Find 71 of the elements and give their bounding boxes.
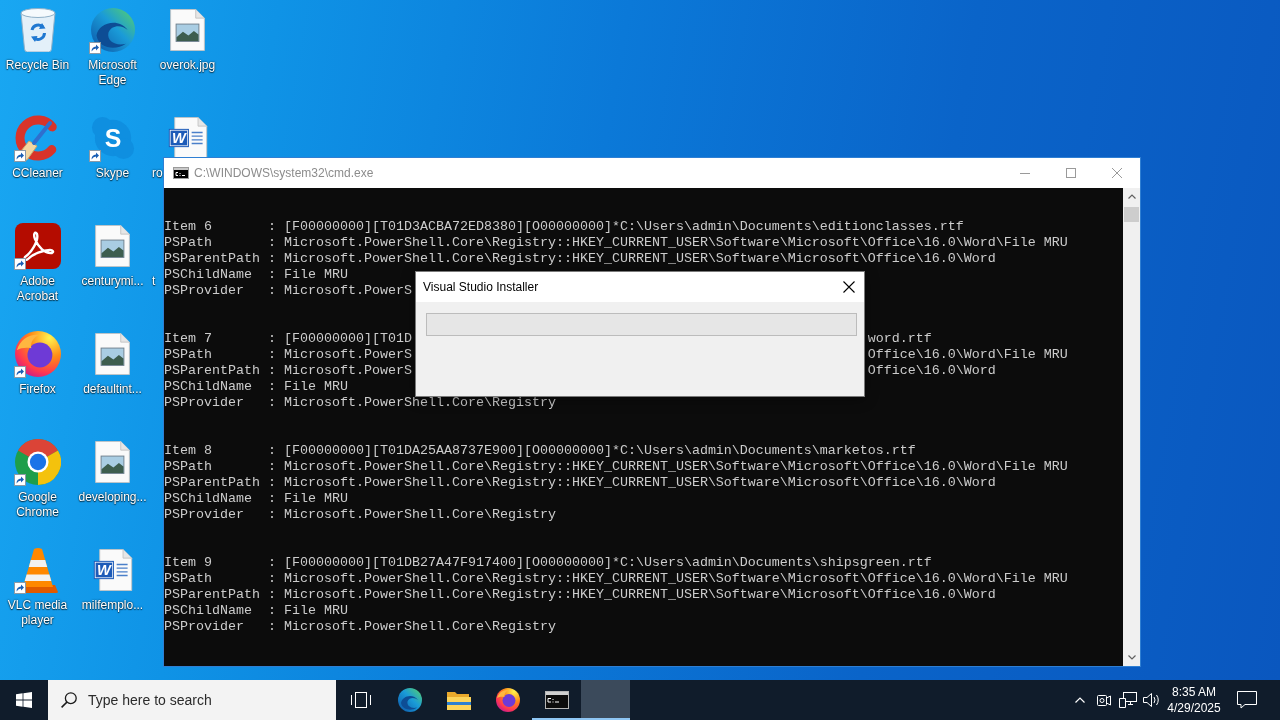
- edge-logo-icon: [397, 688, 422, 712]
- console-line-fragment: word.rtf: [867, 331, 932, 347]
- image-file-icon[interactable]: [170, 9, 205, 51]
- window-title: C:\WINDOWS\system32\cmd.exe: [194, 166, 374, 180]
- console-line: Item 8 : [F00000000][T01DA25AA8737E900][O00000000]*C:\Users\admin\Documents\marketos.rtf: [164, 443, 916, 458]
- console-line: PSChildName : File MRU: [164, 603, 348, 618]
- search-field[interactable]: Type here to search: [48, 680, 336, 720]
- notification-icon[interactable]: [1237, 691, 1257, 709]
- console-line-fragment: Office\16.0\Word\File MRU: [867, 347, 1068, 363]
- dialog-title: Visual Studio Installer: [423, 280, 539, 294]
- maximize-icon: [1066, 168, 1076, 178]
- image-file-icon[interactable]: [95, 333, 130, 375]
- edge-logo-icon[interactable]: [90, 8, 135, 52]
- console-line: PSChildName : File MRU: [164, 267, 348, 282]
- console-line: PSChildName : File MRU: [164, 491, 348, 506]
- chevron-up-icon[interactable]: [1075, 697, 1085, 703]
- console-line: PSProvider : Microsoft.PowerS: [164, 283, 412, 298]
- task-view-icon: [350, 692, 371, 708]
- console-line: Item 9 : [F00000000][T01DB27A47F917400][O00000000]*C:\Users\admin\Documents\shipsgreen.rtf: [164, 555, 932, 570]
- console-line: PSChildName : File MRU: [164, 379, 348, 394]
- console-line: PSPath : Microsoft.PowerShell.Core\Registry::HKEY_CURRENT_USER\Software\Microsoft\Office\16.0\Word\File MRU: [164, 235, 1068, 250]
- minimize-icon: [1020, 172, 1030, 174]
- folder-icon: [446, 690, 471, 710]
- console-line: Item 6 : [F00000000][T01D3ACBA72ED8380][O00000000]*C:\Users\admin\Documents\editionclasses.rtf: [164, 219, 964, 234]
- image-file-icon[interactable]: [95, 225, 130, 267]
- volume-icon[interactable]: [1143, 692, 1161, 708]
- scrollbar-thumb[interactable]: [1124, 207, 1139, 222]
- desktop-icon-label[interactable]: milfemplo...: [81, 598, 144, 613]
- close-icon: [843, 281, 855, 293]
- desktop-icon-label[interactable]: VLC media player: [1, 598, 74, 628]
- console-line: PSParentPath : Microsoft.PowerShell.Core\Registry::HKEY_CURRENT_USER\Software\Microsoft\Office\16.0\Word: [164, 587, 996, 602]
- console-line: PSParentPath : Microsoft.PowerShell.Core\Registry::HKEY_CURRENT_USER\Software\Microsoft\Office\16.0\Word: [164, 251, 996, 266]
- desktop-icon-label[interactable]: defaultint...: [83, 382, 142, 397]
- desktop-icon-label[interactable]: overok.jpg: [159, 58, 216, 73]
- image-file-icon[interactable]: [95, 441, 130, 483]
- console-line: PSProvider : Microsoft.PowerShell.Core\Registry: [164, 619, 556, 634]
- desktop-icon-label[interactable]: developing...: [78, 490, 147, 505]
- desktop-icon-label[interactable]: t: [152, 274, 156, 289]
- desktop-icon-label[interactable]: CCleaner: [12, 166, 63, 181]
- desktop-icon-label[interactable]: Skype: [95, 166, 130, 181]
- console-line: PSParentPath : Microsoft.PowerShell.Core\Registry::HKEY_CURRENT_USER\Software\Microsoft\Office\16.0\Word: [164, 475, 996, 490]
- search-icon: [61, 692, 77, 708]
- console-line: PSPath : Microsoft.PowerShell.Core\Registry::HKEY_CURRENT_USER\Software\Microsoft\Office\16.0\Word\File MRU: [164, 459, 1068, 474]
- firefox-logo-icon[interactable]: [14, 331, 61, 377]
- desktop-icon-label[interactable]: Firefox: [19, 382, 56, 397]
- firefox-logo-icon: [495, 688, 520, 712]
- desktop-icon-label[interactable]: Google Chrome: [1, 490, 74, 520]
- recycle-bin-icon[interactable]: [19, 8, 56, 52]
- chevron-up-icon: [1127, 194, 1136, 199]
- clock-button[interactable]: 8:35 AM 4/29/2025: [1164, 680, 1224, 720]
- chevron-down-icon: [1127, 655, 1136, 660]
- console-line: PSProvider : Microsoft.PowerShell.Core\Registry: [164, 395, 556, 410]
- console-line: Item 7 : [F00000000][T01D: [164, 331, 412, 347]
- network-icon[interactable]: [1119, 692, 1137, 708]
- console-line-fragment: Office\16.0\Word: [867, 363, 996, 379]
- desktop-icon-label[interactable]: Recycle Bin: [5, 58, 70, 73]
- console-line: PSProvider : Microsoft.PowerShell.Core\Registry: [164, 507, 556, 522]
- desktop-icon-label[interactable]: Adobe Acrobat: [1, 274, 74, 304]
- acrobat-logo-icon[interactable]: [14, 223, 61, 269]
- console-icon: [544, 691, 569, 709]
- chrome-logo-icon[interactable]: [14, 439, 61, 485]
- close-icon: [1112, 168, 1122, 178]
- desktop-icon-label[interactable]: centurymi...: [81, 274, 144, 289]
- windows-logo-icon: [16, 692, 32, 708]
- console-line: PSPath : Microsoft.PowerS: [164, 347, 412, 363]
- desktop-icon-label[interactable]: ro: [152, 166, 163, 181]
- console-line: PSParentPath : Microsoft.PowerS: [164, 363, 412, 379]
- console-line: PSPath : Microsoft.PowerShell.Core\Registry::HKEY_CURRENT_USER\Software\Microsoft\Office\16.0\Word\File MRU: [164, 571, 1068, 586]
- video-camera-icon[interactable]: [1097, 694, 1111, 706]
- desktop-icon-label[interactable]: Microsoft Edge: [76, 58, 149, 88]
- console-icon: [173, 167, 189, 179]
